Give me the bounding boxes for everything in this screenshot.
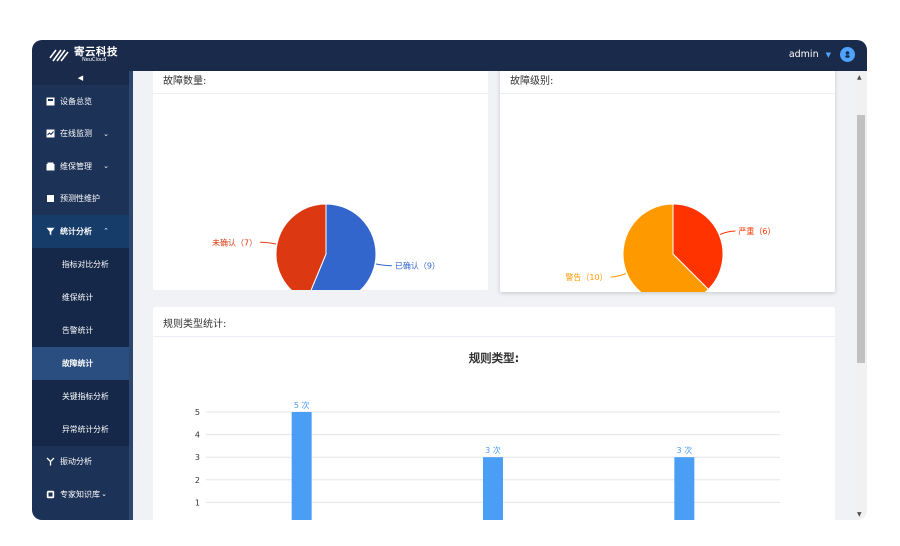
sidebar-subitem-anomaly-stats[interactable]: 异常统计分析 [32,413,129,446]
pie-data-label: 警告（10） [565,272,607,282]
logo-text: 寄云科技 NeuCloud [74,47,118,64]
sidebar-subitem-maintenance-stats[interactable]: 维保统计 [32,281,129,314]
username[interactable]: admin [789,49,819,60]
sidebar-subitem-label: 指标对比分析 [62,259,109,269]
sidebar-item-label: 振动分析 [60,457,92,467]
chevron-down-icon: ⌄ [103,162,109,171]
fault-count-pie-chart: 已确认（9）未确认（7）已确认未确认 [212,203,440,290]
top-bar: 寄云科技 NeuCloud admin ▼ [32,40,867,71]
logo-en: NeuCloud [82,57,107,64]
fault-level-card: 故障级别: 严重（6）警告（10）严重警告 [500,71,835,292]
bar-data-label: 3 次 [677,445,693,455]
sidebar-subitem-indicator-compare[interactable]: 指标对比分析 [32,248,129,281]
pie-data-label: 严重（6） [738,226,775,236]
sidebar-subitem-label: 异常统计分析 [62,424,109,434]
maintenance-icon [46,162,55,171]
y-tick-label: 2 [195,476,200,485]
rule-type-bar-chart: 规则类型:0123455 次高温类3 次高压类3 次电流类 [195,351,780,520]
y-tick-label: 5 [195,408,200,417]
predict-icon [46,194,55,203]
bar-data-label: 5 次 [294,400,310,410]
dashboard-icon [46,97,55,106]
caret-down-icon[interactable]: ▼ [826,51,831,59]
chevron-down-icon: ⌄ [103,129,109,138]
chart-title: 规则类型: [469,351,520,365]
sidebar-item-online-monitor[interactable]: 在线监测 ⌄ [32,118,129,151]
filter-icon [46,227,55,236]
sidebar: ◀ 设备总览 在线监测 ⌄ 维保管理 ⌄ 预测性维护 统计分析 ⌃ 指标对比分析… [32,71,129,520]
sidebar-item-device-overview[interactable]: 设备总览 [32,85,129,118]
pie-data-label: 已确认（9） [395,261,440,271]
pie-label-line [719,230,736,235]
main-scrollbar[interactable]: ▲ ▼ [855,71,867,520]
main-content: 故障数量: 已确认（9）未确认（7）已确认未确认 故障级别: 严重（6）警告（1… [133,71,855,520]
sidebar-item-label: 维保管理 [60,161,92,171]
fault-level-pie-chart: 严重（6）警告（10）严重警告 [565,203,776,292]
sidebar-item-label: 专家知识库 [60,489,100,499]
scrollbar-thumb[interactable] [857,115,865,363]
sidebar-item-label: 在线监测 [60,129,92,139]
sidebar-subitem-label: 告警统计 [62,325,94,335]
sidebar-subitem-label: 维保统计 [62,292,94,302]
user-icon [845,51,850,58]
bar-高压类[interactable] [483,457,503,520]
bar-data-label: 3 次 [485,445,501,455]
bar-电流类[interactable] [674,457,695,520]
sidebar-subitem-label: 故障统计 [62,358,94,368]
pie-label-line [260,241,277,245]
statistics-submenu: 指标对比分析 维保统计 告警统计 故障统计 关键指标分析 异常统计分析 [32,247,129,446]
scroll-down-icon[interactable]: ▼ [857,511,862,518]
chevron-down-icon: ⌄ [101,490,107,499]
sidebar-subitem-label: 关键指标分析 [62,391,109,401]
app-window: 寄云科技 NeuCloud admin ▼ ◀ 设备总览 在线监测 ⌄ 维保管理… [32,40,867,520]
y-tick-label: 3 [195,453,200,462]
sidebar-item-label: 预测性维护 [60,194,100,204]
chevron-up-icon: ⌃ [103,227,109,236]
sidebar-item-label: 设备总览 [60,96,92,106]
sidebar-item-knowledge[interactable]: 专家知识库 ⌄ [32,478,129,511]
collapse-icon[interactable]: ◀ [32,71,129,85]
sidebar-subitem-fault-stats[interactable]: 故障统计 [32,346,129,380]
vibration-icon [46,457,55,466]
sidebar-subitem-key-indicator[interactable]: 关键指标分析 [32,380,129,413]
avatar[interactable] [840,47,855,62]
pie-data-label: 未确认（7） [212,237,257,247]
sidebar-item-predictive[interactable]: 预测性维护 [32,183,129,216]
pie-label-line [375,263,392,267]
sidebar-item-vibration[interactable]: 振动分析 [32,446,129,479]
pie-label-line [610,273,627,278]
fault-count-card: 故障数量: 已确认（9）未确认（7）已确认未确认 [153,71,488,290]
sidebar-item-statistics[interactable]: 统计分析 ⌃ [32,215,129,248]
y-tick-label: 4 [195,431,200,440]
knowledge-icon [46,490,55,499]
monitor-icon [46,129,55,138]
sidebar-item-label: 统计分析 [60,226,92,236]
y-tick-label: 1 [195,498,200,507]
logo-cn: 寄云科技 [74,45,118,58]
sidebar-item-maintenance[interactable]: 维保管理 ⌄ [32,150,129,183]
scroll-up-icon[interactable]: ▲ [857,74,862,81]
bar-高温类[interactable] [291,412,312,520]
rule-type-card: 规则类型统计: 规则类型: 0 1 2 3 4 5 5 次高温类 3 次高压类 3 次电流类 [153,307,835,520]
sidebar-subitem-alarm-stats[interactable]: 告警统计 [32,314,129,347]
logo[interactable]: 寄云科技 NeuCloud [48,46,118,64]
user-menu[interactable]: admin ▼ [789,47,855,62]
logo-icon [49,49,69,62]
